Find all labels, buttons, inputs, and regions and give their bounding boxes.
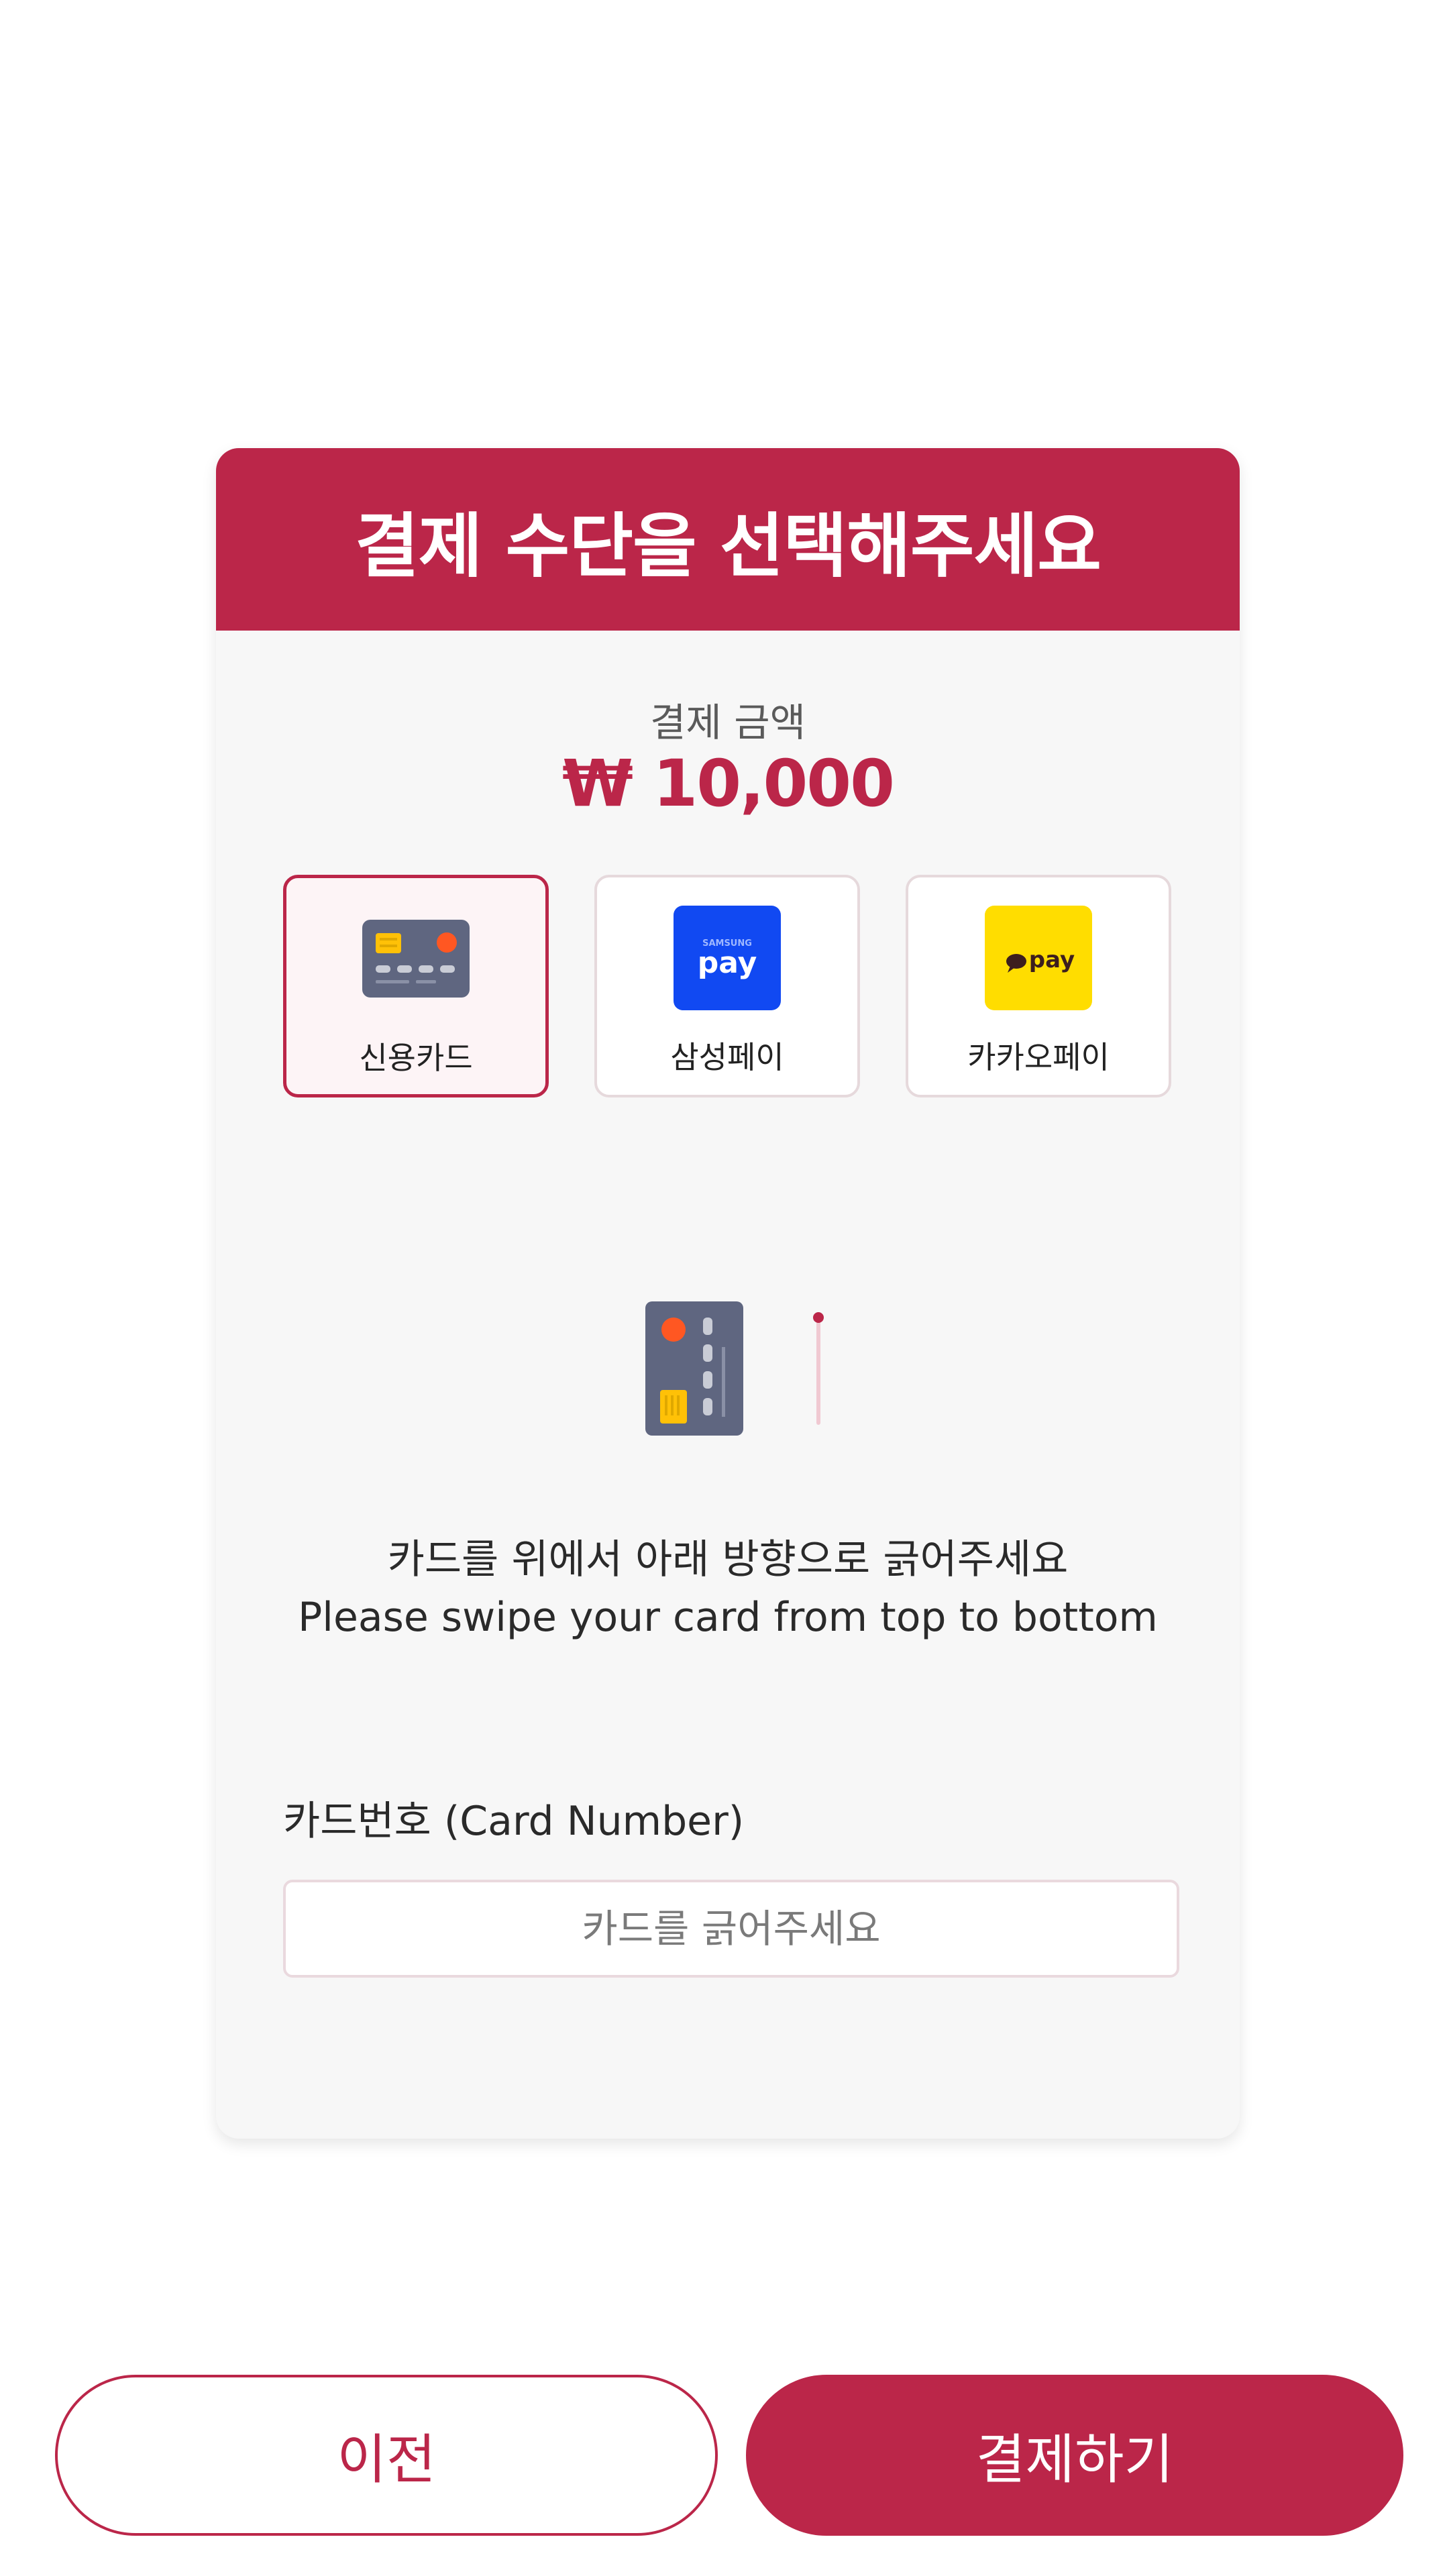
payment-panel: 결제 수단을 선택해주세요 결제 금액 ₩ 10,000 신용카드 SAMSUN… [216,448,1240,2139]
prev-button[interactable]: 이전 [55,2375,718,2536]
payment-method-list: 신용카드 SAMSUNG pay 삼성페이 pay 카카오페이 [283,875,1182,1100]
credit-card-icon [362,906,470,1011]
kakao-pay-icon: pay [985,906,1092,1010]
payment-page: 결제 수단을 선택해주세요 결제 금액 ₩ 10,000 신용카드 SAMSUN… [0,0,1449,2576]
method-kakao-pay[interactable]: pay 카카오페이 [906,875,1171,1097]
page-title: 결제 수단을 선택해주세요 [355,504,1102,587]
swipe-instruction-en: Please swipe your card from top to botto… [298,1594,1158,1641]
amount-value: ₩ 10,000 [562,746,895,821]
swipe-instruction-ko: 카드를 위에서 아래 방향으로 긁어주세요 [387,1536,1069,1583]
swipe-direction-indicator [813,1312,824,1425]
method-label: 삼성페이 [670,1039,784,1075]
swiping-card-icon [645,1301,743,1436]
pay-button[interactable]: 결제하기 [746,2375,1403,2536]
card-number-input[interactable] [283,1880,1179,1978]
method-samsung-pay[interactable]: SAMSUNG pay 삼성페이 [594,875,860,1097]
amount-label: 결제 금액 [650,700,806,745]
method-credit-card[interactable]: 신용카드 [283,875,549,1097]
pay-logo-text: pay [698,946,757,980]
panel-header: 결제 수단을 선택해주세요 [216,448,1240,631]
method-label: 신용카드 [359,1040,473,1076]
method-label: 카카오페이 [967,1039,1110,1075]
card-number-label: 카드번호 (Card Number) [283,1798,745,1845]
card-swipe-animation [645,1299,847,1446]
samsung-pay-icon: SAMSUNG pay [674,906,781,1010]
kakao-pay-logo-text: pay [1029,947,1075,973]
